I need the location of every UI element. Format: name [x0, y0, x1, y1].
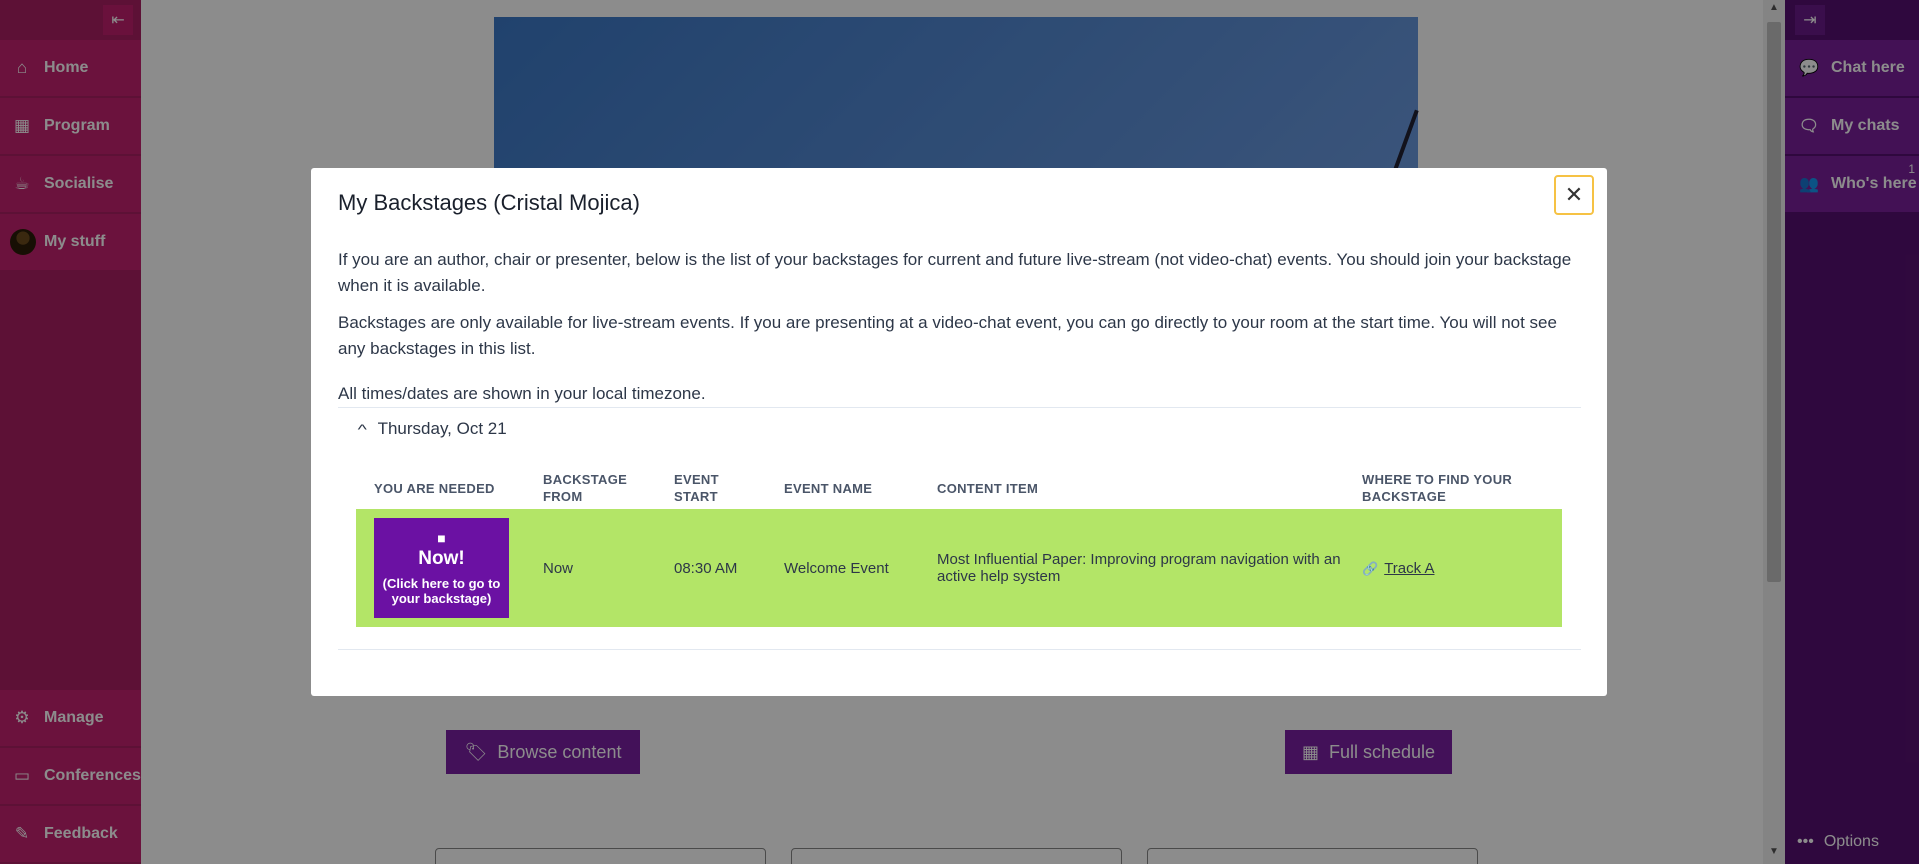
event-start-cell: 08:30 AM: [674, 559, 738, 577]
track-link[interactable]: Track A: [1384, 560, 1434, 577]
close-button[interactable]: ✕: [1554, 175, 1594, 215]
now-label: Now!: [418, 548, 465, 569]
column-header: BACKSTAGE FROM: [543, 472, 628, 504]
column-header: CONTENT ITEM: [937, 480, 1039, 496]
column-header: YOU ARE NEEDED: [374, 480, 495, 496]
content-item-cell: Most Influential Paper: Improving progra…: [937, 551, 1341, 585]
column-header: WHERE TO FIND YOUR BACKSTAGE: [1362, 472, 1513, 504]
where-cell: 🔗 Track A: [1362, 509, 1552, 627]
timezone-note: All times/dates are shown in your local …: [338, 384, 706, 403]
table-header: YOU ARE NEEDED BACKSTAGE FROM EVENT STAR…: [356, 468, 1562, 508]
column-header: EVENT NAME: [784, 480, 873, 496]
backstage-from-cell: Now: [543, 559, 574, 577]
join-backstage-button[interactable]: ■ Now! (Click here to go to your backsta…: [374, 518, 509, 618]
close-icon: ✕: [1564, 182, 1584, 207]
column-header: EVENT START: [674, 472, 719, 504]
now-sublabel: (Click here to go to your backstage): [382, 576, 501, 606]
backstages-modal: My Backstages (Cristal Mojica) ✕ If you …: [311, 168, 1607, 696]
divider: [338, 649, 1581, 650]
video-camera-icon: ■: [437, 530, 446, 546]
note-text: Backstages are only available for live-s…: [338, 313, 1557, 358]
chevron-up-icon: ^: [357, 421, 367, 437]
day-accordion-toggle[interactable]: ^ Thursday, Oct 21: [357, 419, 507, 439]
modal-title: My Backstages (Cristal Mojica): [338, 190, 640, 215]
link-icon: 🔗: [1362, 560, 1379, 576]
table-row: ■ Now! (Click here to go to your backsta…: [356, 509, 1562, 627]
intro-text: If you are an author, chair or presenter…: [338, 250, 1572, 295]
divider: [338, 407, 1581, 408]
day-label: Thursday, Oct 21: [377, 419, 507, 438]
event-name-cell: Welcome Event: [784, 559, 889, 577]
